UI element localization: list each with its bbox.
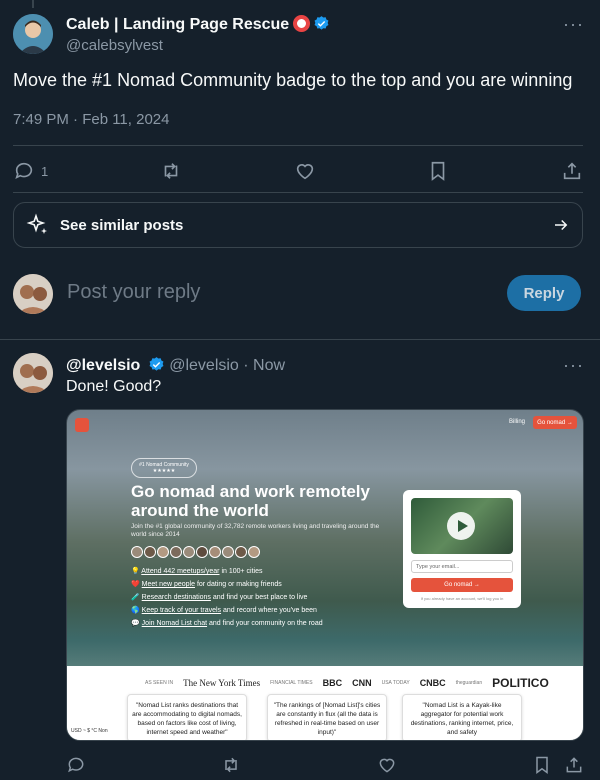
- reply-more-options-button[interactable]: ···: [563, 355, 584, 376]
- avatar-image: [13, 14, 53, 54]
- press-logo: The New York Times: [183, 678, 261, 688]
- avatar-image: [13, 274, 53, 314]
- see-similar-posts-label: See similar posts: [60, 216, 184, 234]
- see-similar-posts-button[interactable]: See similar posts: [13, 202, 583, 248]
- face-avatar: [196, 546, 208, 558]
- media-cta-button: Go nomad →: [533, 416, 577, 429]
- member-faces: [131, 546, 261, 558]
- reply-author-name[interactable]: @levelsio: [66, 357, 140, 374]
- face-avatar: [144, 546, 156, 558]
- face-avatar: [183, 546, 195, 558]
- divider: [13, 192, 583, 193]
- reply-action-button[interactable]: 1: [13, 160, 48, 182]
- bookmark-icon: [431, 161, 445, 181]
- press-logo: theguardian: [455, 680, 483, 686]
- feature-item: 🌎 Keep track of your travels and record …: [131, 607, 317, 614]
- face-avatar: [131, 546, 143, 558]
- divider: [13, 145, 583, 146]
- press-logo: AS SEEN IN: [145, 680, 174, 686]
- reply-author-avatar[interactable]: [13, 353, 53, 393]
- reply-count: 1: [41, 163, 49, 179]
- arrow-right-icon: [555, 219, 568, 231]
- press-logo: CNBC: [419, 678, 446, 688]
- post-actions: 1: [13, 158, 583, 184]
- reply-icon[interactable]: [66, 755, 86, 775]
- more-options-button[interactable]: ···: [563, 14, 584, 35]
- bookmark-icon[interactable]: [532, 755, 552, 775]
- share-icon[interactable]: [564, 755, 584, 775]
- reply-text: Done! Good?: [66, 378, 162, 395]
- reply-icon: [15, 162, 33, 179]
- press-logo: CNN: [352, 678, 372, 688]
- press-logo: FINANCIAL TIMES: [270, 680, 313, 686]
- face-avatar: [170, 546, 182, 558]
- go-nomad-button: Go nomad →: [411, 578, 513, 592]
- video-thumbnail: [411, 498, 513, 554]
- post-text: Move the #1 Nomad Community badge to the…: [13, 70, 573, 90]
- nomad-logo-icon: [75, 418, 89, 432]
- share-action-button[interactable]: [561, 160, 583, 182]
- face-avatar: [235, 546, 247, 558]
- email-field: Type your email...: [411, 560, 513, 573]
- play-icon: [447, 512, 475, 540]
- share-icon: [563, 162, 581, 180]
- press-quote: "The rankings of [Nomad List]'s cities a…: [267, 694, 387, 740]
- face-avatar: [157, 546, 169, 558]
- media-headline: Go nomad and work remotely around the wo…: [131, 482, 370, 520]
- lifebuoy-icon: [293, 15, 311, 32]
- reply-actions: [66, 753, 584, 777]
- current-user-avatar[interactable]: [13, 274, 53, 314]
- reply-header: @levelsio @levelsio · Now: [66, 356, 285, 375]
- currency-bar: USD ~ $ °C Non: [71, 728, 108, 734]
- author-handle[interactable]: @calebsylvest: [66, 37, 163, 54]
- reply-time[interactable]: · Now: [243, 357, 285, 374]
- press-quote: "Nomad List ranks destinations that are …: [127, 694, 247, 740]
- reply-post: @levelsio @levelsio · Now ··· Done! Good…: [0, 341, 600, 780]
- avatar-image: [13, 353, 53, 393]
- signup-fine-print: If you already have an account, we'll lo…: [420, 596, 504, 601]
- press-logo: POLITICO: [492, 676, 549, 690]
- press-section: AS SEEN IN The New York Times FINANCIAL …: [67, 666, 583, 740]
- feature-item: 🧪 Research destinations and find your be…: [131, 594, 308, 601]
- feature-item: 💡 Attend 442 meetups/year in 100+ cities: [131, 568, 263, 575]
- feature-item: 💬 Join Nomad List chat and find your com…: [131, 620, 323, 627]
- badge-stars: ★★★★★: [152, 468, 176, 474]
- feature-item: ❤️ Meet new people for dating or making …: [131, 581, 282, 588]
- verified-badge-icon[interactable]: [313, 15, 330, 32]
- sparkle-icon: [26, 213, 47, 234]
- reply-author-handle[interactable]: @levelsio: [169, 357, 239, 374]
- heart-icon[interactable]: [377, 755, 397, 775]
- reply-composer: Post your reply Reply: [0, 260, 600, 330]
- signup-card: Type your email... Go nomad → If you alr…: [403, 490, 521, 608]
- nomad-community-badge: #1 Nomad Community ★★★★★: [131, 458, 197, 478]
- like-action-button[interactable]: [294, 160, 316, 182]
- press-logo: USA TODAY: [381, 680, 410, 686]
- reply-media-image[interactable]: Billing Go nomad → #1 Nomad Community ★★…: [66, 409, 584, 741]
- verified-badge-icon[interactable]: [148, 356, 165, 373]
- author-name-text: Caleb | Landing Page Rescue: [66, 16, 290, 33]
- reply-input[interactable]: Post your reply: [67, 281, 200, 304]
- media-billing-link: Billing: [508, 419, 525, 425]
- press-logo: BBC: [322, 678, 343, 688]
- author-avatar[interactable]: [13, 14, 53, 54]
- press-quote: "Nomad List is a Kayak-like aggregator f…: [402, 694, 522, 740]
- main-post: Caleb | Landing Page Rescue @calebsylves…: [0, 0, 600, 340]
- face-avatar: [209, 546, 221, 558]
- face-avatar: [222, 546, 234, 558]
- press-logos: AS SEEN IN The New York Times FINANCIAL …: [145, 676, 549, 690]
- author-name[interactable]: Caleb | Landing Page Rescue: [66, 15, 330, 34]
- media-subtitle: Join the #1 global community of 32,782 r…: [131, 523, 380, 538]
- post-timestamp[interactable]: 7:49 PM · Feb 11, 2024: [13, 111, 169, 128]
- repost-icon[interactable]: [221, 755, 241, 775]
- heart-icon: [296, 164, 313, 180]
- repost-icon: [164, 163, 178, 179]
- repost-action-button[interactable]: [160, 160, 182, 182]
- reply-actions-right: [532, 755, 584, 775]
- bookmark-action-button[interactable]: [427, 160, 449, 182]
- feature-list: 💡 Attend 442 meetups/year in 100+ cities…: [131, 565, 323, 630]
- face-avatar: [248, 546, 260, 558]
- reply-submit-button[interactable]: Reply: [507, 275, 581, 311]
